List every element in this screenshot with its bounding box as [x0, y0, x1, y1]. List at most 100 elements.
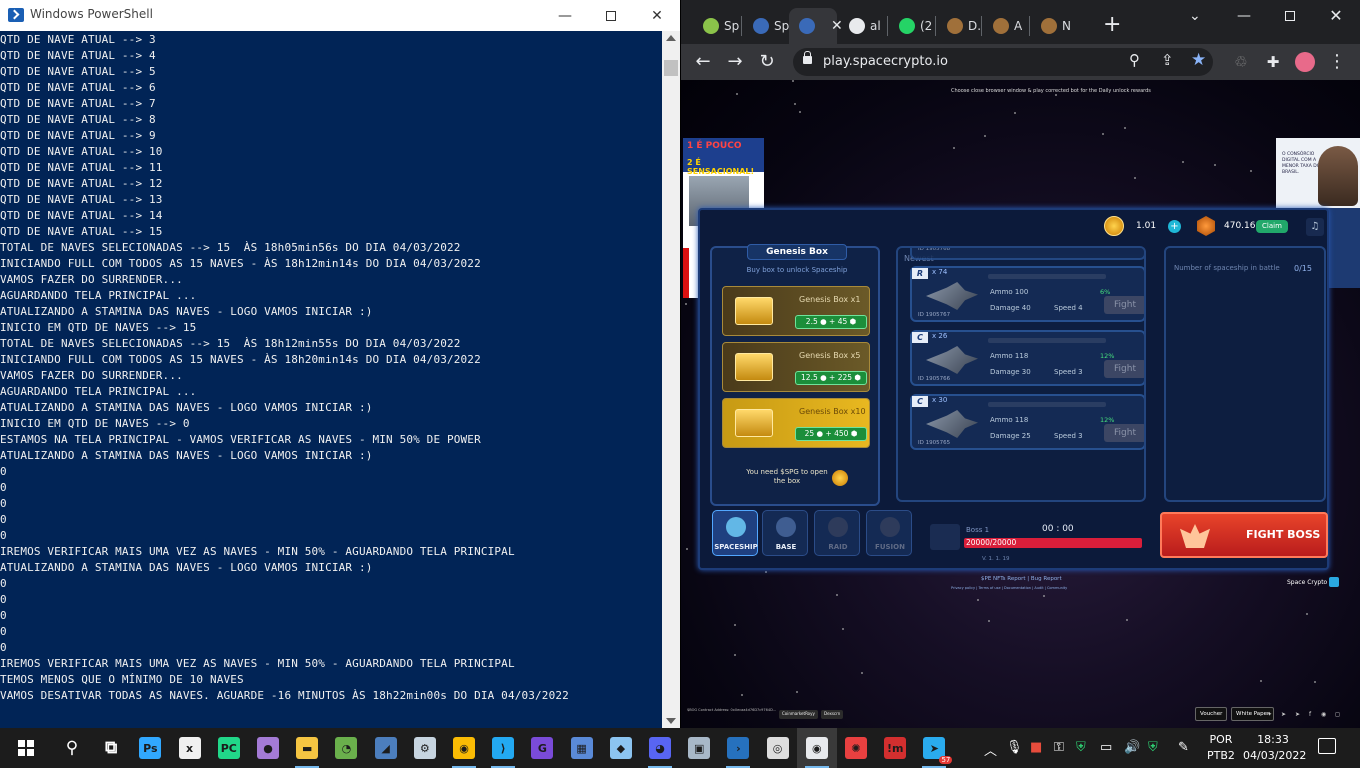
- browser-tab[interactable]: N: [1031, 8, 1071, 44]
- taskbar-app[interactable]: ⚙: [405, 728, 445, 768]
- fight-button[interactable]: Fight: [1104, 296, 1144, 314]
- ship-card[interactable]: Rx 74 ID 1905767 Ammo 100 6% Damage 40 Speed …: [910, 266, 1144, 322]
- discord-icon[interactable]: ◉: [1321, 711, 1326, 718]
- address-bar[interactable]: play.spacecrypto.io ⚲ ⇪ ★: [793, 48, 1213, 76]
- taskbar-app[interactable]: ◔: [326, 728, 366, 768]
- microphone-icon[interactable]: 🎙: [1006, 740, 1023, 755]
- url-text[interactable]: play.spacecrypto.io: [823, 54, 948, 69]
- claim-button[interactable]: Claim: [1256, 220, 1288, 233]
- browser-tab[interactable]: ✕: [789, 8, 843, 44]
- taskbar-app[interactable]: ›: [718, 728, 758, 768]
- minimize-button[interactable]: —: [1221, 2, 1267, 30]
- fight-boss-button[interactable]: FIGHT BOSS: [1160, 512, 1328, 558]
- clock[interactable]: 18:33 04/03/2022: [1243, 732, 1306, 764]
- box-price[interactable]: 2.5 ● + 45 ⬢: [795, 315, 867, 329]
- volume-icon[interactable]: 🔊: [1124, 740, 1140, 755]
- box-price[interactable]: 25 ● + 450 ⬢: [795, 427, 867, 441]
- nav-raid[interactable]: RAID: [814, 510, 860, 556]
- fight-button[interactable]: Fight: [1104, 424, 1144, 442]
- browser-tab[interactable]: al: [839, 8, 881, 44]
- usb-icon[interactable]: ⚿: [1054, 740, 1064, 755]
- taskbar-app[interactable]: ▬: [287, 728, 327, 768]
- close-button[interactable]: ✕: [1313, 2, 1359, 30]
- taskbar-app[interactable]: ▣: [679, 728, 719, 768]
- telegram-icon[interactable]: ➤: [1281, 711, 1286, 718]
- ship-card-partial[interactable]: ID 1905768: [910, 248, 1144, 260]
- genesis-box-x5[interactable]: Genesis Box x5 12.5 ● + 225 ⬢: [722, 342, 870, 392]
- taskbar-app[interactable]: PC: [209, 728, 249, 768]
- tab-strip[interactable]: Sp Sp ✕ al (2 D. A N + ⌄ — ✕: [681, 0, 1360, 44]
- scrollbar[interactable]: [662, 31, 680, 728]
- taskbar-app[interactable]: ◉: [796, 728, 837, 768]
- chrome-window[interactable]: Sp Sp ✕ al (2 D. A N + ⌄ — ✕ ← → ↻ play.spacecr…: [681, 0, 1360, 728]
- close-button[interactable]: ✕: [634, 0, 680, 31]
- expand-icon[interactable]: [1329, 577, 1339, 587]
- coinmarket-chip[interactable]: CoinmarketRoyy: [779, 710, 818, 719]
- reload-icon[interactable]: ↻: [755, 50, 779, 74]
- taskbar-app[interactable]: G: [522, 728, 562, 768]
- maximize-button[interactable]: [1267, 2, 1313, 30]
- taskbar-app[interactable]: ⚲: [52, 728, 92, 768]
- recording-icon[interactable]: ■: [1030, 740, 1042, 755]
- nav-spaceship[interactable]: SPACESHIP: [712, 510, 758, 556]
- taskbar-app[interactable]: ⟩: [483, 728, 523, 768]
- nav-base[interactable]: BASE: [762, 510, 808, 556]
- spaceship-list[interactable]: Newest « » ID 1905768 Rx 74ID 1905767Amm…: [896, 246, 1146, 502]
- notification-center-icon[interactable]: [1318, 738, 1336, 754]
- twitter-icon[interactable]: ✦: [1267, 711, 1272, 718]
- instagram-icon[interactable]: ◻: [1335, 711, 1340, 718]
- defender-icon[interactable]: ⛨: [1148, 740, 1158, 755]
- genesis-box-x10[interactable]: Genesis Box x10 25 ● + 450 ⬢: [722, 398, 870, 448]
- browser-tab[interactable]: D.: [937, 8, 981, 44]
- extension-recycle-icon[interactable]: ♲: [1229, 50, 1253, 74]
- powershell-title-bar[interactable]: Windows PowerShell — ✕: [0, 0, 680, 31]
- start-button[interactable]: [4, 728, 48, 768]
- security-shield-icon[interactable]: ⛨: [1076, 740, 1086, 755]
- taskbar-app[interactable]: x: [170, 728, 210, 768]
- music-icon[interactable]: ♫: [1306, 218, 1324, 236]
- telegram-icon[interactable]: ➤: [1295, 711, 1300, 718]
- taskbar-app[interactable]: ●: [248, 728, 288, 768]
- dexscreener-chip[interactable]: Dexscrn: [821, 710, 844, 719]
- profile-avatar[interactable]: [1293, 50, 1317, 74]
- zoom-icon[interactable]: ⚲: [1129, 51, 1140, 69]
- network-icon[interactable]: ▭: [1100, 740, 1112, 755]
- ship-card[interactable]: Cx 30 ID 1905765 Ammo 118 12% Damage 25 Speed…: [910, 394, 1144, 450]
- box-price[interactable]: 12.5 ● + 225 ⬢: [795, 371, 867, 385]
- taskbar-app[interactable]: ✺: [836, 728, 876, 768]
- pen-icon[interactable]: ✎: [1178, 740, 1189, 755]
- ship-card[interactable]: Cx 26 ID 1905766 Ammo 118 12% Damage 30 Speed…: [910, 330, 1144, 386]
- fight-button[interactable]: Fight: [1104, 360, 1144, 378]
- taskbar-app[interactable]: ⧉: [91, 728, 131, 768]
- taskbar-app[interactable]: !m: [875, 728, 915, 768]
- console-output[interactable]: QTD DE NAVE ATUAL --> 3 QTD DE NAVE ATUAL…: [0, 31, 662, 728]
- genesis-box-x1[interactable]: Genesis Box x1 2.5 ● + 45 ⬢: [722, 286, 870, 336]
- forward-icon[interactable]: →: [723, 50, 747, 74]
- taskbar-app[interactable]: ▦: [562, 728, 602, 768]
- taskbar-app[interactable]: ◆: [601, 728, 641, 768]
- extensions-puzzle-icon[interactable]: ✚: [1261, 50, 1285, 74]
- footer-links[interactable]: Privacy policy | Terms of use | Document…: [951, 586, 1067, 590]
- minimize-button[interactable]: —: [542, 0, 588, 31]
- scroll-thumb[interactable]: [664, 60, 678, 76]
- taskbar-app[interactable]: Ps: [130, 728, 170, 768]
- buy-spg-button[interactable]: +: [1168, 220, 1181, 233]
- taskbar-app[interactable]: ➤ 57: [914, 728, 954, 768]
- taskbar-app[interactable]: ◢: [366, 728, 406, 768]
- taskbar-app[interactable]: ◎: [758, 728, 798, 768]
- browser-tab[interactable]: A: [983, 8, 1023, 44]
- maximize-button[interactable]: [588, 0, 634, 31]
- scroll-down-icon[interactable]: [666, 718, 676, 724]
- input-language[interactable]: POR PTB2: [1207, 732, 1235, 764]
- nav-fusion[interactable]: FUSION: [866, 510, 912, 556]
- browser-tab[interactable]: Sp: [743, 8, 789, 44]
- share-icon[interactable]: ⇪: [1161, 51, 1174, 69]
- new-tab-button[interactable]: +: [1103, 12, 1121, 37]
- back-icon[interactable]: ←: [691, 50, 715, 74]
- report-links[interactable]: $PE NFTs Report | Bug Report: [981, 576, 1062, 582]
- taskbar-app[interactable]: ◕: [640, 728, 680, 768]
- browser-tab[interactable]: Sp: [693, 8, 739, 44]
- scroll-up-icon[interactable]: [666, 35, 676, 41]
- tab-search-icon[interactable]: ⌄: [1189, 8, 1201, 24]
- bookmark-star-icon[interactable]: ★: [1191, 50, 1206, 70]
